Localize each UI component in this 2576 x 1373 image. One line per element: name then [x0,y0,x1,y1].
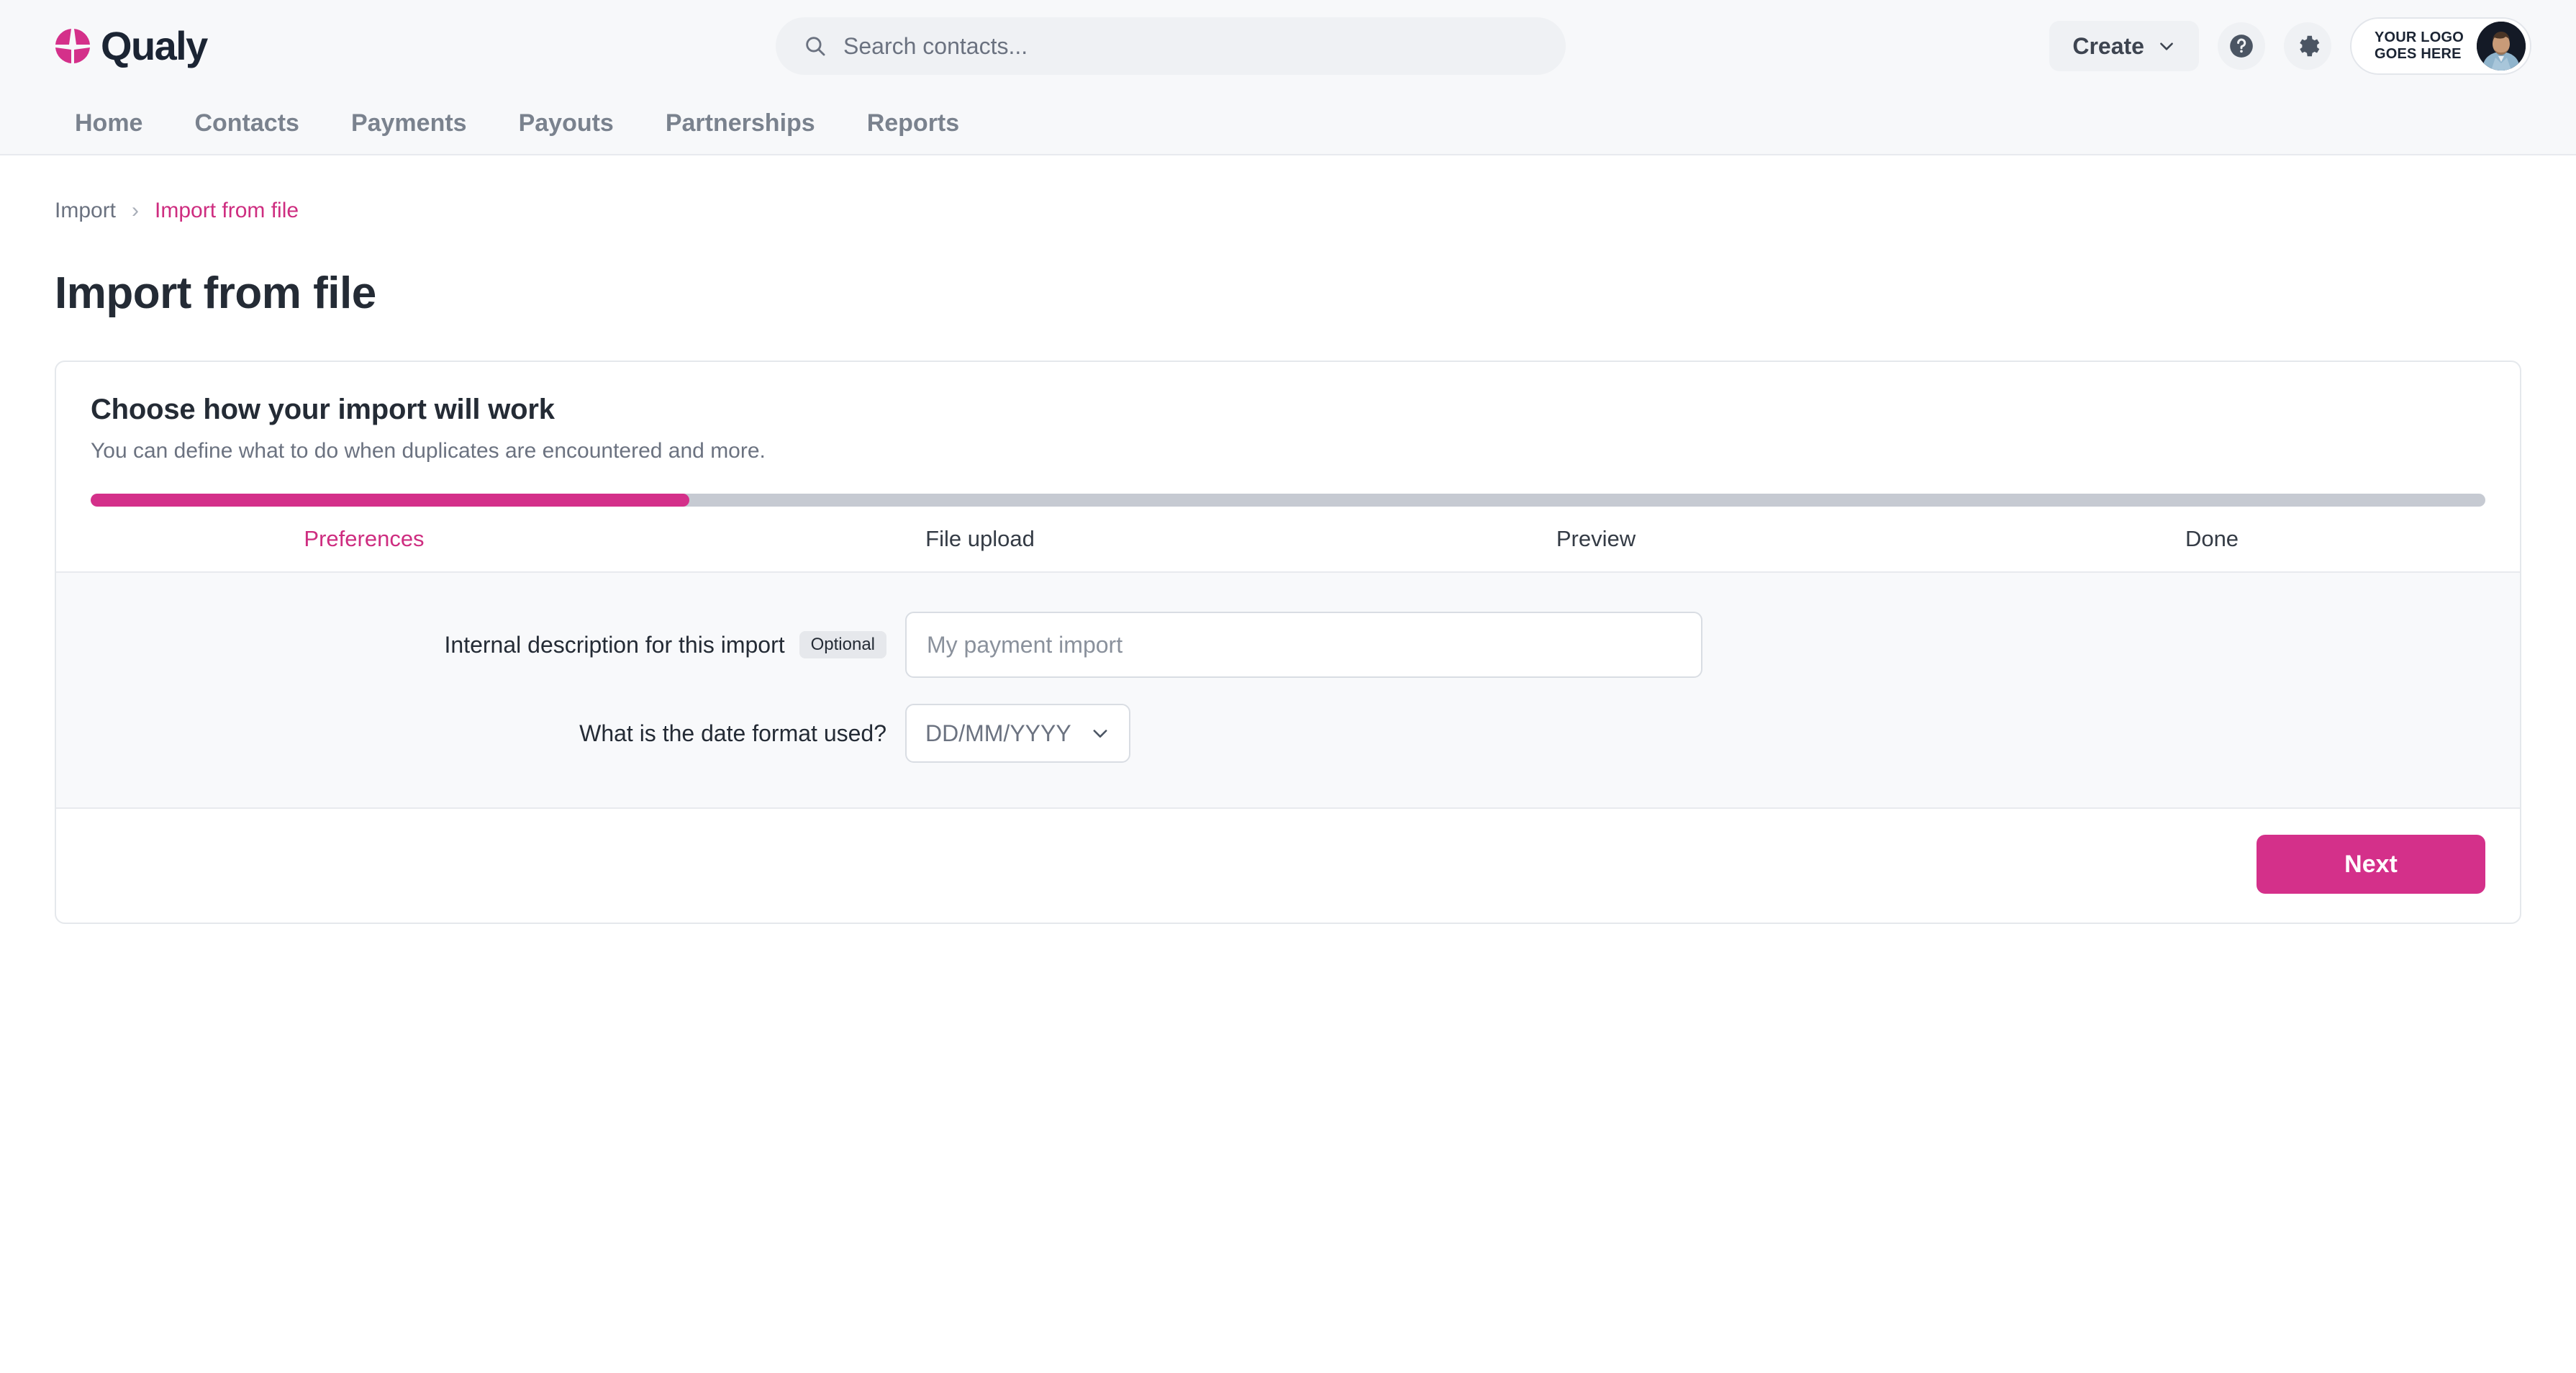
gear-icon [2294,32,2321,60]
wizard-progress-bar [91,494,2485,507]
description-label-group: Internal description for this import Opt… [56,631,905,658]
help-button[interactable] [2217,22,2265,70]
nav-item-payments[interactable]: Payments [325,109,493,137]
description-label: Internal description for this import [444,631,785,658]
form-row-date-format: What is the date format used? DD/MM/YYYY [56,704,2520,763]
card-subtitle: You can define what to do when duplicate… [91,439,766,463]
nav-item-reports[interactable]: Reports [841,109,985,137]
chevron-down-icon [1090,723,1110,743]
logo-placeholder-line-1: YOUR LOGO [2374,30,2464,45]
breadcrumb-separator-icon: › [132,199,140,222]
description-input[interactable] [905,612,1702,678]
wizard-progress-fill [91,494,689,507]
date-format-label: What is the date format used? [579,720,886,746]
header-actions: Create YOUR LOGO GOES HERE [2049,0,2531,92]
top-header-bar: Qualy Search contacts... Create YOUR LOG… [0,0,2576,92]
nav-item-home[interactable]: Home [53,109,168,137]
import-wizard-card: Choose how your import will work You can… [55,361,2521,924]
page-content: Import › Import from file Import from fi… [0,155,2576,924]
app-logo[interactable]: Qualy [53,26,413,66]
date-format-selected-value: DD/MM/YYYY [925,720,1071,746]
preferences-form: Internal description for this import Opt… [56,573,2520,809]
qualy-logo-icon [53,27,92,65]
step-file-upload[interactable]: File upload [672,526,1288,552]
card-title: Choose how your import will work [91,394,555,425]
form-row-description: Internal description for this import Opt… [56,612,2520,678]
step-preview[interactable]: Preview [1288,526,1904,552]
next-button[interactable]: Next [2257,835,2485,894]
logo-placeholder-text: YOUR LOGO GOES HERE [2375,30,2464,63]
nav-item-contacts[interactable]: Contacts [168,109,325,137]
main-navigation: Home Contacts Payments Payouts Partnersh… [0,92,2576,155]
nav-item-partnerships[interactable]: Partnerships [640,109,841,137]
breadcrumb: Import › Import from file [55,155,2521,223]
search-icon [803,34,827,58]
breadcrumb-item-import[interactable]: Import [55,199,116,223]
logo-placeholder-line-2: GOES HERE [2374,46,2462,62]
organization-logo-chip[interactable]: YOUR LOGO GOES HERE [2349,17,2531,75]
settings-button[interactable] [2283,22,2331,70]
create-button[interactable]: Create [2049,21,2199,71]
chevron-down-icon [2157,37,2176,55]
step-preferences[interactable]: Preferences [56,526,672,552]
nav-item-payouts[interactable]: Payouts [493,109,640,137]
optional-badge: Optional [799,631,886,658]
search-input[interactable]: Search contacts... [776,17,1566,75]
breadcrumb-item-current[interactable]: Import from file [155,199,299,223]
card-footer: Next [56,809,2520,923]
date-format-select[interactable]: DD/MM/YYYY [905,704,1130,763]
search-placeholder-text: Search contacts... [843,32,1028,59]
question-circle-icon [2228,32,2255,60]
wizard-steps: Preferences File upload Preview Done [56,507,2520,573]
step-done[interactable]: Done [1904,526,2520,552]
logo-wordmark: Qualy [101,23,208,68]
avatar[interactable] [2477,22,2526,71]
create-button-label: Create [2072,32,2144,59]
page-title: Import from file [55,268,376,318]
card-header: Choose how your import will work You can… [56,362,2520,507]
